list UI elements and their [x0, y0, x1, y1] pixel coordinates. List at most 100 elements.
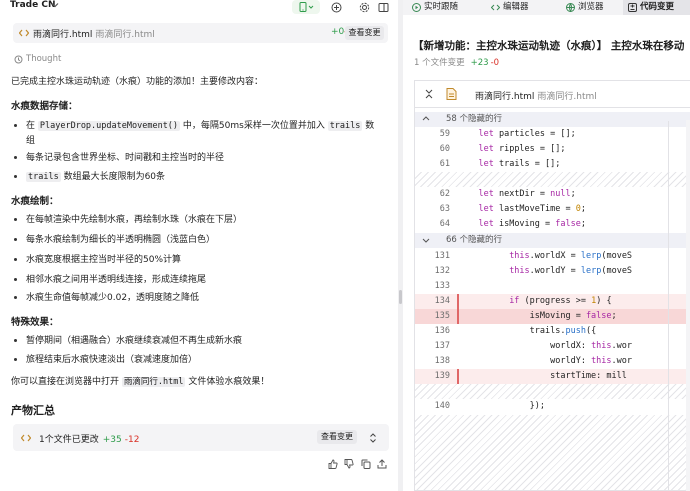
change-title: 【新增功能：主控水珠运动轨迹（水痕）】 主控水珠在移动: [413, 40, 685, 52]
line-number: 139: [434, 371, 450, 381]
line-number: 138: [434, 356, 450, 366]
file-icon: [446, 88, 457, 100]
expand-icon[interactable]: [369, 433, 377, 443]
tab-editor[interactable]: 编辑器: [486, 0, 544, 15]
diff-row: 64 let isMoving = false;: [415, 217, 690, 232]
file-change-card[interactable]: 雨滴同行.html雨滴同行.html +0 -2 查看变更: [13, 23, 388, 43]
diff-row-removed: 134 if (progress >= 1) {: [415, 294, 690, 309]
add-icon[interactable]: [330, 1, 342, 13]
diff-icon: [628, 3, 637, 12]
diff-split-line: [668, 121, 669, 490]
diff-row: 137 worldX: this.wor: [415, 339, 690, 354]
panel-tabs: 实时跟随 编辑器 浏览器 代码变更: [403, 0, 690, 15]
collapse-icon[interactable]: [424, 89, 434, 99]
phone-button[interactable]: [292, 0, 320, 14]
code-text: let trails = [];: [478, 159, 561, 169]
line-number: 135: [434, 311, 450, 321]
resize-handle[interactable]: [399, 290, 402, 304]
code-text: let isMoving = false;: [478, 219, 586, 229]
tab-code-changes[interactable]: 代码变更: [623, 0, 690, 15]
expand-icon: [422, 116, 430, 121]
line-number: 137: [434, 341, 450, 351]
thumbs-up-icon[interactable]: [328, 459, 338, 469]
code-file-icon: [21, 434, 31, 442]
change-meta: 1 个文件变更 +23 -0: [414, 58, 500, 68]
diff-row-empty: [415, 172, 690, 187]
diff-row-empty: [415, 384, 690, 399]
diff-file-name: 雨滴同行.html 雨滴同行.html: [475, 92, 597, 102]
diff-row: 60 let ripples = [];: [415, 142, 690, 157]
diff-row: 62 let nextDir = null;: [415, 187, 690, 202]
line-number: 62: [439, 189, 450, 199]
code-text: });: [458, 401, 545, 411]
tab-browser[interactable]: 浏览器: [561, 0, 619, 15]
summary-text: 1个文件已更改 +35 -12: [39, 435, 140, 445]
view-changes-button[interactable]: 查看变更: [345, 26, 384, 40]
line-number: 64: [439, 219, 450, 229]
hidden-lines-expander[interactable]: 66 个隐藏的行: [415, 233, 690, 248]
line-number: 60: [439, 144, 450, 154]
artifact-summary-card[interactable]: 1个文件已更改 +35 -12 查看变更: [13, 424, 389, 451]
diff-row: 132 this.worldY = lerp(moveS: [415, 264, 690, 279]
chevron-down-icon[interactable]: [51, 1, 59, 9]
diff-row: 140 });: [415, 399, 690, 414]
line-number: 63: [439, 204, 450, 214]
diff-row-empty: [415, 415, 690, 490]
code-text: startTime: mill: [458, 371, 627, 381]
code-icon: [491, 4, 500, 11]
line-number: 133: [434, 281, 450, 291]
code-text: let nextDir = null;: [478, 189, 576, 199]
layout-icon[interactable]: [377, 1, 389, 13]
code-text: if (progress >= 1) {: [509, 296, 612, 306]
chevron-down-icon: [308, 5, 313, 9]
line-number: 132: [434, 266, 450, 276]
diff-row: 138 worldY: this.wor: [415, 354, 690, 369]
code-text: isMoving = false;: [458, 311, 617, 321]
copy-icon[interactable]: [361, 459, 371, 469]
globe-icon: [566, 3, 575, 12]
play-icon: [412, 3, 421, 12]
gear-icon[interactable]: [358, 1, 370, 13]
phone-icon: [299, 2, 306, 12]
line-number: 61: [439, 159, 450, 169]
code-text: let lastMoveTime = 0;: [478, 204, 586, 214]
intro-text: 已完成主控水珠运动轨迹（水痕）功能的添加！主要修改内容：: [11, 77, 264, 87]
section-heading: 特殊效果：: [11, 317, 59, 328]
file-name: 雨滴同行.html 雨滴同行.html: [33, 30, 155, 40]
tab-live-follow[interactable]: 实时跟随: [408, 0, 468, 15]
section-heading: 水痕绘制：: [11, 196, 59, 207]
expand-icon: [422, 238, 430, 243]
code-text: let ripples = [];: [478, 144, 566, 154]
diff-row: 63 let lastMoveTime = 0;: [415, 202, 690, 217]
diff-viewer: 雨滴同行.html 雨滴同行.html 58 个隐藏的行 59 let parti…: [414, 80, 690, 491]
line-number: 59: [439, 129, 450, 139]
summary-heading: 产物汇总: [11, 404, 55, 417]
code-file-icon: [19, 29, 29, 37]
side-panel: 实时跟随 编辑器 浏览器 代码变更 【新增功能：主控水珠运动轨迹（水痕）】 主控…: [403, 0, 690, 491]
diff-file-header: 雨滴同行.html 雨滴同行.html: [415, 81, 690, 108]
share-icon[interactable]: [377, 459, 387, 469]
line-number: 134: [434, 296, 450, 306]
diff-row: 61 let trails = [];: [415, 157, 690, 172]
thought-icon: [14, 55, 23, 63]
code-text: worldY: this.wor: [458, 356, 633, 366]
thought-toggle[interactable]: Thought: [14, 54, 61, 64]
code-text: this.worldX = lerp(moveS: [509, 251, 633, 261]
vertical-scrollbar[interactable]: [686, 120, 690, 491]
thumbs-down-icon[interactable]: [344, 459, 354, 469]
view-changes-button[interactable]: 查看变更: [317, 430, 357, 444]
outro-text: 你可以直接在浏览器中打开 雨滴同行.html 文件体验水痕效果！: [11, 377, 270, 387]
hidden-lines-expander[interactable]: 58 个隐藏的行: [415, 112, 690, 127]
diff-row: 133: [415, 279, 690, 294]
diff-row: 136 trails.push({: [415, 324, 690, 339]
top-bar: Trade CN: [0, 0, 398, 15]
chat-pane: Trade CN 雨滴同行.html雨滴同行.html +0 -2 查看变更 T…: [0, 0, 398, 491]
section-heading: 水痕数据存储：: [11, 101, 78, 112]
diff-row: 131 this.worldX = lerp(moveS: [415, 249, 690, 264]
code-text: worldX: this.wor: [458, 341, 633, 351]
code-text: this.worldY = lerp(moveS: [509, 266, 633, 276]
diff-row: 59 let particles = [];: [415, 127, 690, 142]
line-number: 131: [434, 251, 450, 261]
app-title[interactable]: Trade CN: [10, 0, 55, 10]
code-text: trails.push({: [458, 326, 597, 336]
